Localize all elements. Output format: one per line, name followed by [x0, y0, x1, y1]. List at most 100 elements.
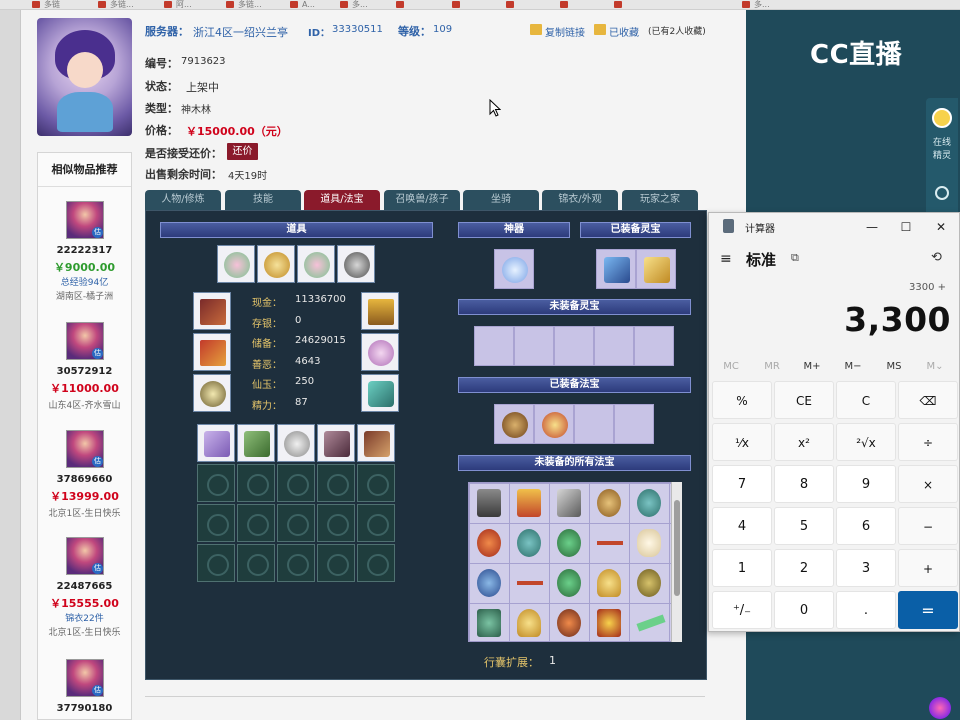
minus-key[interactable]: − — [898, 507, 958, 545]
inventory-slot-empty[interactable] — [357, 464, 395, 502]
app-tray-icon[interactable] — [929, 697, 951, 719]
key-3[interactable]: 3 — [836, 549, 896, 587]
tab-pets[interactable]: 召唤兽/孩子 — [384, 190, 460, 210]
bookmark-label[interactable]: 多链... — [110, 0, 160, 9]
sqrt-key[interactable]: ²√x — [836, 423, 896, 461]
item-slot[interactable] — [297, 245, 335, 283]
square-key[interactable]: x² — [774, 423, 834, 461]
keep-on-top-icon[interactable]: ⧉ — [791, 251, 799, 265]
spirit-slot-empty[interactable] — [554, 326, 594, 366]
clear-key[interactable]: C — [836, 381, 896, 419]
haggle-button[interactable]: 还价 — [227, 143, 258, 160]
memory-recall-button[interactable]: MR — [752, 361, 792, 372]
key-2[interactable]: 2 — [774, 549, 834, 587]
inventory-slot-empty[interactable] — [237, 504, 275, 542]
backspace-key[interactable]: ⌫ — [898, 381, 958, 419]
inventory-slot-empty[interactable] — [237, 464, 275, 502]
magic-slot-empty[interactable] — [614, 404, 654, 444]
inventory-slot[interactable] — [197, 424, 235, 462]
spirit-slot[interactable] — [596, 249, 636, 289]
multiply-key[interactable]: × — [898, 465, 958, 503]
bookmark-label[interactable]: 多链 — [44, 0, 84, 9]
inventory-slot[interactable] — [317, 424, 355, 462]
reciprocal-key[interactable]: ¹⁄x — [712, 423, 772, 461]
inventory-slot-empty[interactable] — [197, 544, 235, 582]
bookmark-label[interactable]: 阿... — [176, 0, 216, 9]
spirit-slot-empty[interactable] — [594, 326, 634, 366]
close-button[interactable]: ✕ — [929, 216, 953, 238]
item-slot[interactable] — [337, 245, 375, 283]
cc-side-widget[interactable]: 在线 精灵 — [926, 98, 958, 216]
tab-items-magic[interactable]: 道具/法宝 — [304, 190, 380, 210]
equip-slot-weapon[interactable] — [193, 292, 231, 330]
key-0[interactable]: 0 — [774, 591, 834, 629]
equip-slot-ring[interactable] — [193, 374, 231, 412]
inventory-slot-empty[interactable] — [317, 544, 355, 582]
bookmark-label[interactable]: 多链... — [238, 0, 278, 9]
favorite-button[interactable]: 已收藏 — [609, 24, 639, 39]
spirit-slot-empty[interactable] — [634, 326, 674, 366]
maximize-button[interactable]: ☐ — [894, 216, 918, 238]
inventory-slot-empty[interactable] — [277, 544, 315, 582]
artifact-slot[interactable] — [494, 249, 534, 289]
memory-store-button[interactable]: MS — [874, 361, 914, 372]
similar-item-thumbnail[interactable]: 估 — [66, 322, 104, 360]
similar-item-thumbnail[interactable]: 估 — [66, 537, 104, 575]
inventory-slot-empty[interactable] — [277, 504, 315, 542]
key-5[interactable]: 5 — [774, 507, 834, 545]
minimize-button[interactable]: — — [860, 216, 884, 238]
copy-link-button[interactable]: 复制链接 — [545, 24, 585, 39]
memory-subtract-button[interactable]: M− — [833, 361, 873, 372]
plus-key[interactable]: + — [898, 549, 958, 587]
item-slot[interactable] — [217, 245, 255, 283]
inventory-slot-empty[interactable] — [357, 504, 395, 542]
magic-slot[interactable] — [494, 404, 534, 444]
item-slot[interactable] — [257, 245, 295, 283]
similar-item-thumbnail[interactable]: 估 — [66, 659, 104, 697]
equals-key[interactable]: = — [898, 591, 958, 629]
inventory-slot-empty[interactable] — [237, 544, 275, 582]
magic-bag-scrollbar[interactable] — [671, 482, 682, 642]
magic-bag-list[interactable] — [468, 482, 682, 642]
negate-key[interactable]: ⁺/₋ — [712, 591, 772, 629]
key-6[interactable]: 6 — [836, 507, 896, 545]
spirit-slot[interactable] — [636, 249, 676, 289]
spirit-slot-empty[interactable] — [514, 326, 554, 366]
inventory-slot-empty[interactable] — [317, 504, 355, 542]
bookmark-label[interactable]: A... — [302, 0, 332, 9]
bookmark-label[interactable]: 多... — [352, 0, 382, 9]
decimal-key[interactable]: . — [836, 591, 896, 629]
similar-item-thumbnail[interactable]: 估 — [66, 201, 104, 239]
spirit-slot-empty[interactable] — [474, 326, 514, 366]
key-1[interactable]: 1 — [712, 549, 772, 587]
memory-add-button[interactable]: M+ — [792, 361, 832, 372]
tab-home[interactable]: 玩家之家 — [622, 190, 698, 210]
key-9[interactable]: 9 — [836, 465, 896, 503]
history-icon[interactable]: ⟲ — [931, 250, 942, 265]
inventory-slot[interactable] — [237, 424, 275, 462]
equip-slot-boots[interactable] — [361, 374, 399, 412]
percent-key[interactable]: % — [712, 381, 772, 419]
tab-outfits[interactable]: 锦衣/外观 — [542, 190, 618, 210]
inventory-slot-empty[interactable] — [357, 544, 395, 582]
key-8[interactable]: 8 — [774, 465, 834, 503]
magic-slot[interactable] — [534, 404, 574, 444]
inventory-slot-empty[interactable] — [277, 464, 315, 502]
magic-slot-empty[interactable] — [574, 404, 614, 444]
inventory-slot[interactable] — [357, 424, 395, 462]
inventory-slot[interactable] — [277, 424, 315, 462]
tab-mounts[interactable]: 坐骑 — [463, 190, 539, 210]
inventory-slot-empty[interactable] — [197, 504, 235, 542]
bookmark-label[interactable]: 多... — [754, 0, 834, 9]
memory-list-button[interactable]: M⌄ — [915, 361, 955, 372]
tab-skills[interactable]: 技能 — [225, 190, 301, 210]
tab-character[interactable]: 人物/修炼 — [145, 190, 221, 210]
equip-slot-necklace[interactable] — [361, 292, 399, 330]
key-4[interactable]: 4 — [712, 507, 772, 545]
inventory-slot-empty[interactable] — [197, 464, 235, 502]
equip-slot-armor[interactable] — [361, 333, 399, 371]
key-7[interactable]: 7 — [712, 465, 772, 503]
similar-item-thumbnail[interactable]: 估 — [66, 430, 104, 468]
clear-entry-key[interactable]: CE — [774, 381, 834, 419]
inventory-slot-empty[interactable] — [317, 464, 355, 502]
